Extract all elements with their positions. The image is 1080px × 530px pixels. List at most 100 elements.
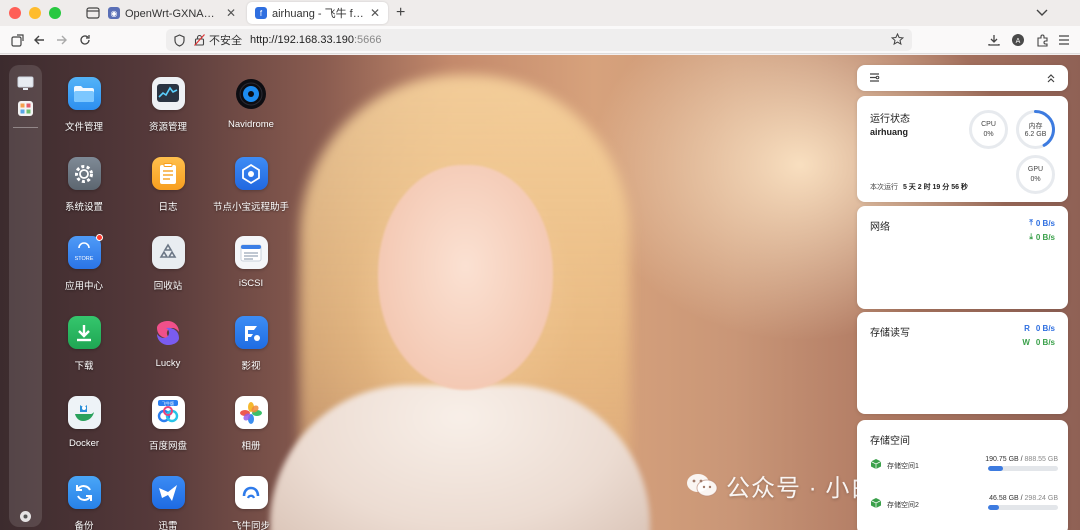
chevron-down-icon[interactable] <box>1036 6 1048 20</box>
lucky-icon <box>152 316 185 349</box>
pool-size: 46.58 GB / 298.24 GB <box>989 495 1058 502</box>
app-logs[interactable]: 日志 <box>123 157 213 213</box>
photos-icon <box>234 396 268 429</box>
reload-button[interactable] <box>77 32 93 48</box>
app-label: 系统设置 <box>64 202 103 213</box>
extensions-icon[interactable] <box>1034 32 1050 48</box>
remote-helper-icon <box>234 157 268 190</box>
luci-favicon-icon: ◉ <box>108 7 120 19</box>
network-widget[interactable]: 网络 ⤒ 0 B/s ⤓ 0 B/s <box>857 206 1068 309</box>
cpu-label: CPU <box>981 121 996 128</box>
forward-button[interactable] <box>54 32 70 48</box>
memory-label: 内存 <box>1028 123 1043 130</box>
storage-pool-row[interactable]: 存储空间2 46.58 GB / 298.24 GB <box>870 495 1058 515</box>
close-tab-icon[interactable]: ✕ <box>226 6 236 20</box>
minimize-window-button[interactable] <box>29 7 41 19</box>
widget-settings-icon[interactable] <box>869 72 880 86</box>
pool-name: 存储空间1 <box>887 463 919 470</box>
app-system-settings[interactable]: 系统设置 <box>39 157 129 213</box>
back-button[interactable] <box>31 32 47 48</box>
tab-title: airhuang - 飞牛 fnOS <box>272 8 366 20</box>
app-thunder[interactable]: 迅雷 <box>123 476 213 530</box>
zoom-window-button[interactable] <box>49 7 61 19</box>
log-icon <box>151 157 185 190</box>
app-iscsi[interactable]: iSCSI <box>206 236 296 289</box>
sync-icon <box>234 476 268 509</box>
collapse-chevron-icon[interactable] <box>1046 72 1056 86</box>
gpu-value: 0% <box>1030 176 1041 183</box>
dock-settings-icon[interactable] <box>17 508 34 525</box>
thunder-icon <box>151 476 185 509</box>
pool-usage-bar <box>988 466 1058 471</box>
storage-cube-icon <box>870 458 882 473</box>
pool-size: 190.75 GB / 888.55 GB <box>985 456 1058 463</box>
docker-icon <box>67 396 101 429</box>
app-fn-sync[interactable]: 飞牛同步 <box>206 476 296 530</box>
app-docker[interactable]: Docker <box>39 396 129 449</box>
app-download[interactable]: 下载 <box>39 316 129 372</box>
storage-pool-row[interactable]: 存储空间1 190.75 GB / 888.55 GB <box>870 456 1058 476</box>
app-navidrome[interactable]: Navidrome <box>206 77 296 130</box>
status-widget[interactable]: 运行状态 airhuang CPU 0% 内存 6.2 GB GPU 0% 本次… <box>857 96 1068 202</box>
close-tab-icon[interactable]: ✕ <box>370 6 380 20</box>
upload-value: 0 B/s <box>1035 218 1055 228</box>
write-rate: W 0 B/s <box>1022 338 1055 347</box>
app-baidu-netdisk[interactable]: 飞牛版 百度网盘 <box>123 396 213 452</box>
wechat-logo-icon <box>687 474 718 497</box>
address-bar[interactable]: 不安全 http://192.168.33.190:5666 <box>166 29 912 51</box>
app-store[interactable]: STORE 应用中心 <box>39 234 129 292</box>
gpu-gauge: GPU 0% <box>1015 154 1056 195</box>
pool-usage-bar <box>988 505 1058 510</box>
wallpaper-face <box>378 165 553 390</box>
menu-icon[interactable] <box>1056 32 1072 48</box>
new-tab-button[interactable]: + <box>396 4 405 22</box>
app-lucky[interactable]: Lucky <box>123 316 213 369</box>
vinyl-icon <box>235 77 268 110</box>
shield-icon[interactable] <box>174 33 188 47</box>
app-backup[interactable]: 备份 <box>39 476 129 530</box>
gpu-label: GPU <box>1027 166 1044 173</box>
app-label: 资源管理 <box>148 122 187 133</box>
backup-icon <box>67 476 101 509</box>
app-launcher-icon[interactable] <box>17 100 34 117</box>
app-file-manager[interactable]: 文件管理 <box>39 77 129 133</box>
cpu-gauge: CPU 0% <box>968 109 1009 150</box>
app-recycle-bin[interactable]: 回收站 <box>123 236 213 292</box>
tab-openwrt[interactable]: ◉ OpenWrt-GXNAS - 概览 - LuCI ✕ <box>100 2 244 24</box>
window-controls <box>9 7 61 19</box>
app-remote-helper[interactable]: 节点小宝远程助手 <box>206 157 296 213</box>
account-icon[interactable]: A <box>1010 32 1026 48</box>
pool-usage-fill <box>988 505 999 510</box>
tab-fnos[interactable]: f airhuang - 飞牛 fnOS ✕ <box>247 2 388 24</box>
pool-name: 存储空间2 <box>887 502 919 509</box>
video-icon <box>234 316 268 349</box>
downloads-icon[interactable] <box>986 32 1002 48</box>
storage-widget[interactable]: 存储空间 存储空间1 190.75 GB / 888.55 GB 存储空间2 4… <box>857 420 1068 530</box>
app-resource-manager[interactable]: 资源管理 <box>123 77 213 133</box>
recycle-icon <box>151 236 185 269</box>
app-label: 回收站 <box>153 281 183 292</box>
download-icon <box>67 316 101 349</box>
disk-io-widget[interactable]: 存储读写 R 0 B/s W 0 B/s <box>857 312 1068 414</box>
app-label: 影视 <box>241 361 261 372</box>
insecure-label: 不安全 <box>209 35 242 47</box>
app-photos[interactable]: 相册 <box>206 396 296 452</box>
url-port: :5666 <box>353 34 382 46</box>
memory-gauge: 内存 6.2 GB <box>1015 109 1056 150</box>
pool-usage-fill <box>988 466 1004 471</box>
url-host: http://192.168.33.190 <box>250 34 354 46</box>
write-label: W <box>1022 338 1030 347</box>
url-text[interactable]: http://192.168.33.190:5666 <box>250 34 382 46</box>
insecure-lock-icon[interactable] <box>194 34 206 46</box>
write-value: 0 B/s <box>1035 338 1055 347</box>
sidebar-toggle-icon[interactable] <box>9 32 25 48</box>
app-video[interactable]: 影视 <box>206 316 296 372</box>
upload-rate: ⤒ 0 B/s <box>1029 218 1055 228</box>
tab-overview-icon[interactable] <box>85 5 101 21</box>
app-label: 日志 <box>158 202 178 213</box>
desktop-display-icon[interactable] <box>17 75 34 92</box>
app-label: Lucky <box>155 358 181 369</box>
bookmark-star-icon[interactable] <box>890 32 905 49</box>
close-window-button[interactable] <box>9 7 21 19</box>
read-label: R <box>1024 324 1030 333</box>
